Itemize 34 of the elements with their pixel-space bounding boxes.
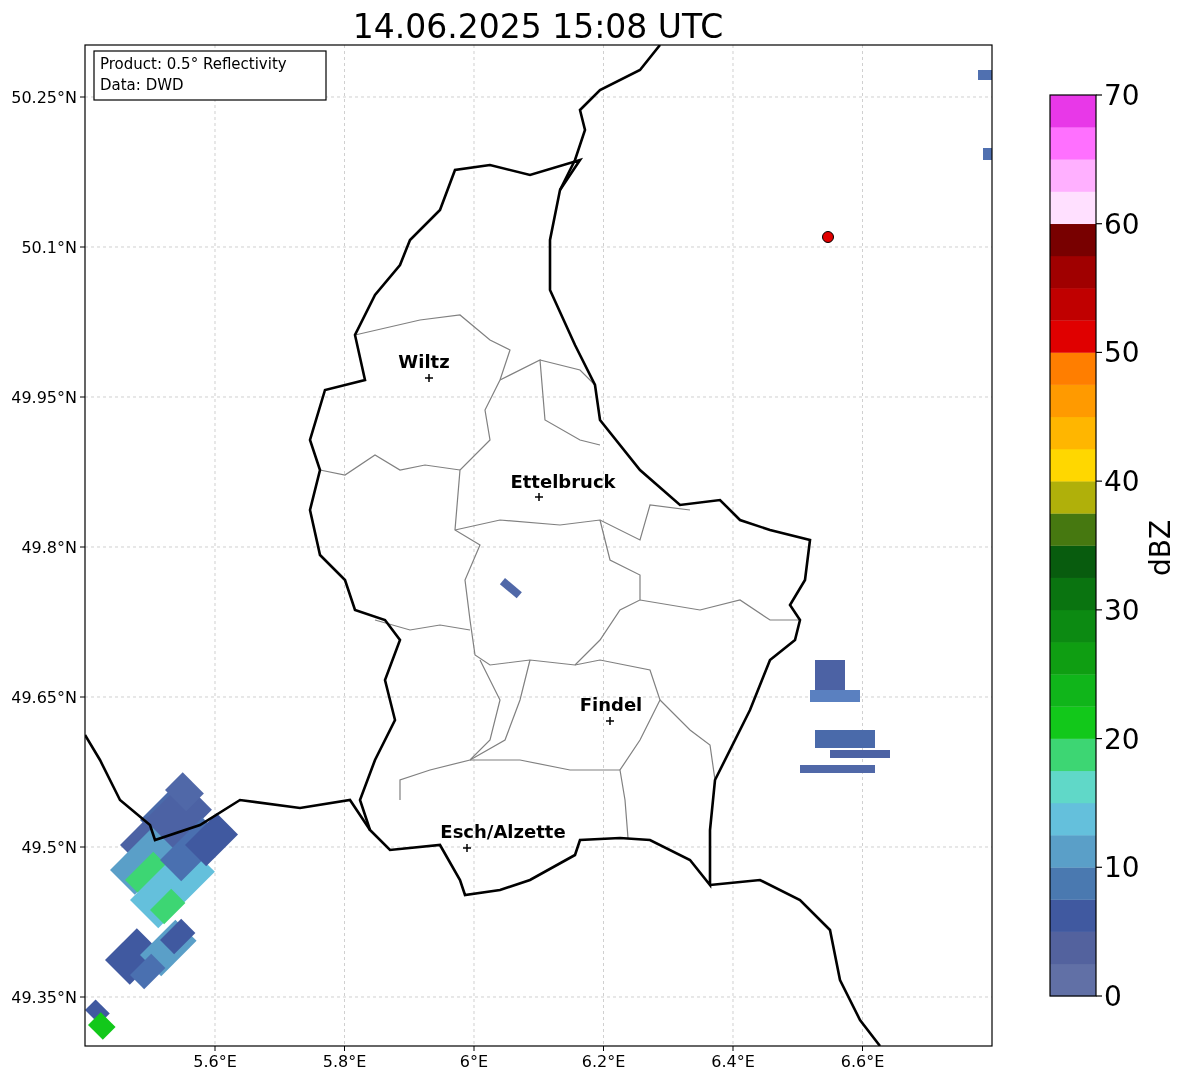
city-label: Wiltz <box>398 351 450 372</box>
tick-label: 5.6°E <box>193 1052 237 1071</box>
city-label: Esch/Alzette <box>440 821 566 842</box>
location-marker-icon <box>822 231 834 243</box>
colorbar-tick-label: 50 <box>1104 336 1140 370</box>
city-marker-icon <box>605 716 615 726</box>
tick-label: 6.6°E <box>840 1052 885 1071</box>
colorbar-tick-label: 70 <box>1104 79 1140 112</box>
city-marker-icon <box>462 843 472 853</box>
city-marker-icon <box>424 373 434 383</box>
tick-label: 50.25°N <box>11 88 77 107</box>
colorbar-tick-label: 30 <box>1104 593 1140 627</box>
info-text: Data: DWD <box>100 76 184 94</box>
colorbar-tick-label: 20 <box>1104 722 1140 756</box>
city-marker-icon <box>534 492 544 502</box>
info-text: Product: 0.5° Reflectivity <box>100 55 287 73</box>
colorbar-tick-label: 10 <box>1104 851 1140 885</box>
city-label: Ettelbruck <box>510 471 616 492</box>
tick-label: 49.5°N <box>21 838 77 857</box>
tick-label: 6.4°E <box>711 1052 755 1071</box>
tick-label: 5.8°E <box>322 1052 367 1071</box>
tick-label: 49.95°N <box>11 388 77 407</box>
tick-label: 6.2°E <box>581 1052 626 1071</box>
tick-label: 49.8°N <box>21 538 77 557</box>
city-label: Findel <box>579 694 643 715</box>
tick-label: 50.1°N <box>21 238 77 257</box>
colorbar-tick-label: 60 <box>1104 207 1140 241</box>
map-title: 14.06.2025 15:08 UTC <box>352 7 724 46</box>
tick-label: 49.65°N <box>11 688 77 707</box>
colorbar-tick-label: 40 <box>1104 465 1140 499</box>
colorbar-tick-label: 0 <box>1104 980 1122 1013</box>
tick-label: 6°E <box>459 1052 489 1071</box>
tick-label: 49.35°N <box>11 988 77 1007</box>
colorbar-title: dBZ <box>1144 519 1177 577</box>
